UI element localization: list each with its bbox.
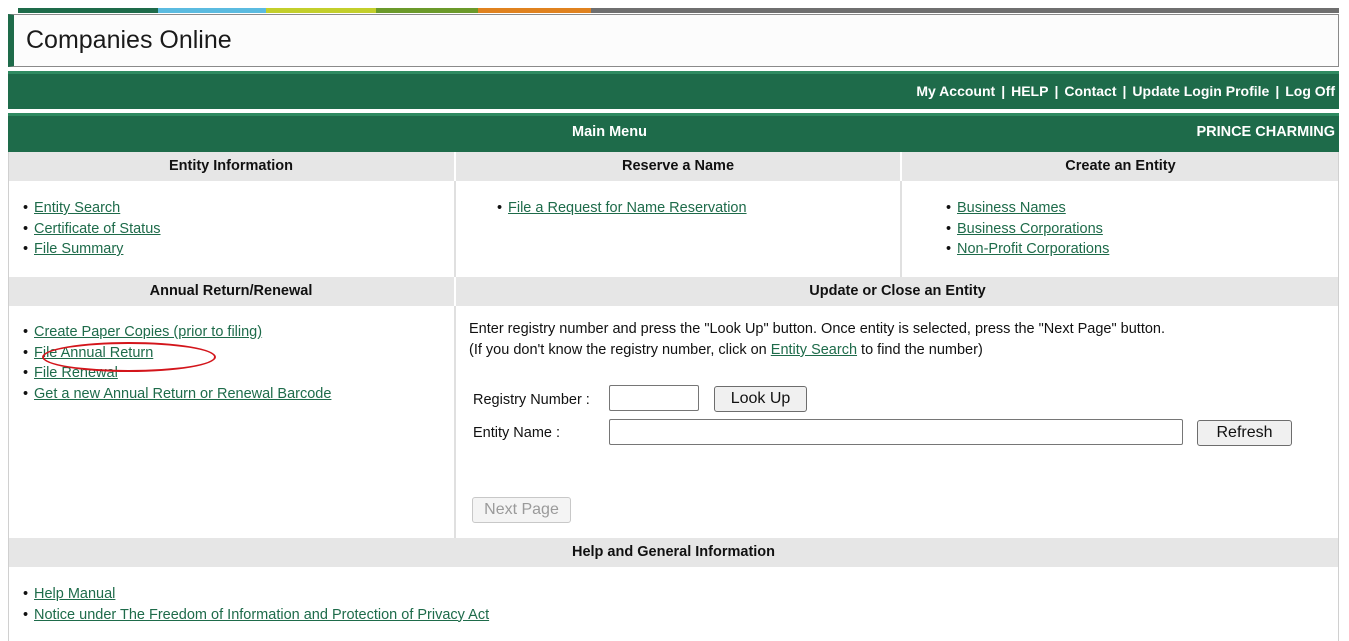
business-names-link[interactable]: Business Names — [957, 200, 1066, 216]
nav-separator: | — [1054, 83, 1059, 99]
stripe-olive — [376, 8, 478, 13]
list-item: File Summary — [23, 239, 454, 260]
reserve-name-heading: Reserve a Name — [456, 152, 900, 181]
update-close-panel: Enter registry number and press the "Loo… — [456, 306, 1339, 538]
list-item: Business Corporations — [946, 219, 1339, 240]
instructions-suffix: to find the number) — [857, 342, 983, 358]
list-item: Help Manual — [23, 584, 1339, 605]
registry-number-label: Registry Number : — [473, 392, 590, 408]
foip-notice-link[interactable]: Notice under The Freedom of Information … — [34, 607, 489, 623]
file-renewal-link[interactable]: File Renewal — [34, 365, 118, 381]
entity-search-link[interactable]: Entity Search — [34, 200, 120, 216]
log-off-link[interactable]: Log Off — [1285, 83, 1335, 99]
main-menu-bar: Main Menu PRINCE CHARMING — [8, 113, 1339, 152]
new-barcode-link[interactable]: Get a new Annual Return or Renewal Barco… — [34, 386, 331, 402]
reserve-name-list: File a Request for Name Reservation — [456, 198, 900, 219]
nav-separator: | — [1001, 83, 1006, 99]
create-entity-heading: Create an Entity — [902, 152, 1339, 181]
top-nav-bar: My Account | HELP | Contact | Update Login Pro… — [8, 71, 1339, 109]
list-item: File Renewal — [23, 363, 454, 384]
list-item: Create Paper Copies (prior to filing) — [23, 322, 454, 343]
file-annual-return-link[interactable]: File Annual Return — [34, 345, 153, 361]
top-nav-links: My Account | HELP | Contact | Update Login Pro… — [916, 83, 1335, 99]
refresh-button[interactable]: Refresh — [1197, 420, 1292, 446]
look-up-button[interactable]: Look Up — [714, 386, 807, 412]
nav-separator: | — [1275, 83, 1280, 99]
annual-return-heading: Annual Return/Renewal — [8, 277, 454, 306]
entity-info-heading: Entity Information — [8, 152, 454, 181]
help-manual-link[interactable]: Help Manual — [34, 586, 115, 602]
create-paper-copies-link[interactable]: Create Paper Copies (prior to filing) — [34, 324, 262, 340]
name-reservation-link[interactable]: File a Request for Name Reservation — [508, 200, 747, 216]
list-item: File a Request for Name Reservation — [497, 198, 900, 219]
stripe-blue — [158, 8, 266, 13]
update-login-profile-link[interactable]: Update Login Profile — [1132, 83, 1269, 99]
update-instructions-line1: Enter registry number and press the "Loo… — [469, 321, 1166, 337]
non-profit-corporations-link[interactable]: Non-Profit Corporations — [957, 241, 1109, 257]
annual-return-panel: Create Paper Copies (prior to filing) Fi… — [8, 306, 454, 538]
create-entity-panel: Business Names Business Corporations Non… — [902, 181, 1339, 277]
update-instructions-line2: (If you don't know the registry number, … — [469, 342, 983, 358]
certificate-of-status-link[interactable]: Certificate of Status — [34, 221, 161, 237]
column-divider — [454, 181, 456, 277]
main-menu-title: Main Menu — [572, 124, 647, 140]
entity-info-panel: Entity Search Certificate of Status File… — [8, 181, 454, 277]
entity-search-inline-link[interactable]: Entity Search — [771, 342, 857, 358]
list-item: Get a new Annual Return or Renewal Barco… — [23, 384, 454, 405]
app-title: Companies Online — [26, 26, 232, 54]
user-name: PRINCE CHARMING — [1196, 124, 1335, 140]
update-close-heading: Update or Close an Entity — [456, 277, 1339, 306]
list-item: Certificate of Status — [23, 219, 454, 240]
list-item: Notice under The Freedom of Information … — [23, 605, 1339, 626]
reserve-name-panel: File a Request for Name Reservation — [456, 181, 900, 277]
registry-number-input[interactable] — [609, 385, 699, 411]
nav-separator: | — [1122, 83, 1127, 99]
entity-name-label: Entity Name : — [473, 425, 561, 441]
entity-name-input[interactable] — [609, 419, 1183, 445]
help-link[interactable]: HELP — [1011, 83, 1048, 99]
entity-info-list: Entity Search Certificate of Status File… — [8, 198, 454, 260]
list-item: Entity Search — [23, 198, 454, 219]
annual-return-list: Create Paper Copies (prior to filing) Fi… — [8, 322, 454, 404]
list-item: File Annual Return — [23, 343, 454, 364]
list-item: Business Names — [946, 198, 1339, 219]
stripe-orange — [478, 8, 591, 13]
header-color-stripe — [18, 8, 1339, 13]
help-info-list: Help Manual Notice under The Freedom of … — [8, 584, 1339, 625]
grid-left-border — [8, 152, 9, 641]
stripe-gray — [591, 8, 1339, 13]
help-info-panel: Help Manual Notice under The Freedom of … — [8, 567, 1339, 641]
file-summary-link[interactable]: File Summary — [34, 241, 123, 257]
create-entity-list: Business Names Business Corporations Non… — [902, 198, 1339, 260]
my-account-link[interactable]: My Account — [916, 83, 995, 99]
column-divider — [454, 306, 456, 538]
business-corporations-link[interactable]: Business Corporations — [957, 221, 1103, 237]
instructions-prefix: (If you don't know the registry number, … — [469, 342, 771, 358]
list-item: Non-Profit Corporations — [946, 239, 1339, 260]
column-divider — [900, 181, 902, 277]
contact-link[interactable]: Contact — [1064, 83, 1116, 99]
stripe-yellow-green — [266, 8, 376, 13]
help-info-heading: Help and General Information — [8, 538, 1339, 567]
grid-right-border — [1338, 152, 1339, 641]
stripe-green — [18, 8, 158, 13]
next-page-button[interactable]: Next Page — [472, 497, 571, 523]
app-title-box: Companies Online — [8, 14, 1339, 67]
